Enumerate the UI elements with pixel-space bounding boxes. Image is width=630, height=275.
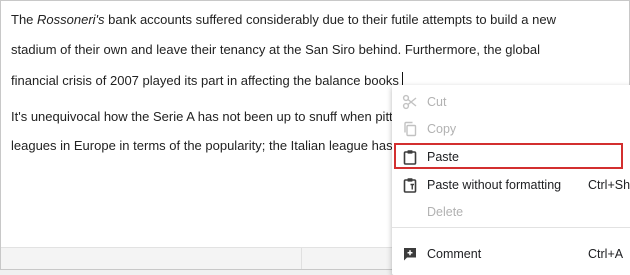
menu-item-shortcut: Ctrl+A [588,247,624,261]
scissors-icon [402,94,418,110]
menu-divider [392,227,630,228]
text-segment: financial crisis of 2007 played its part… [11,73,399,88]
menu-item-paste[interactable]: Paste [392,145,630,169]
menu-item-delete[interactable]: Delete [392,200,630,224]
clipboard-icon [402,149,418,165]
menu-item-label: Comment [427,247,482,261]
paragraph-line: stadium of their own and leave their ten… [11,42,540,57]
menu-item-shortcut: Ctrl+Sh [588,178,630,192]
copy-icon [402,121,418,137]
text-segment: The [11,12,38,27]
italic-text: Rossoneri's [37,12,105,27]
menu-item-paste-without-formatting[interactable]: Paste without formatting Ctrl+Sh [392,173,630,197]
menu-item-label: Cut [427,95,447,109]
menu-item-cut[interactable]: Cut [392,90,630,114]
add-comment-icon [402,246,418,262]
paragraph-line: The Rossoneri's bank accounts suffered c… [11,12,556,27]
divider [301,248,302,269]
menu-item-label: Copy [427,122,457,136]
menu-item-label: Paste without formatting [427,178,562,192]
paragraph-line: It's unequivocal how the Serie A has not… [11,109,408,124]
paragraph-line: financial crisis of 2007 played its part… [11,72,403,88]
clipboard-text-icon [402,177,418,193]
menu-item-label: Delete [427,205,464,219]
menu-item-comment[interactable]: Comment Ctrl+A [392,242,630,266]
menu-item-label: Paste [427,150,459,164]
menu-item-copy[interactable]: Copy [392,117,630,141]
paragraph-line: leagues in Europe in terms of the popula… [11,138,410,153]
context-menu: Cut Copy Paste Paste without formatting … [392,85,630,275]
text-segment: bank accounts suffered considerably due … [104,12,556,27]
